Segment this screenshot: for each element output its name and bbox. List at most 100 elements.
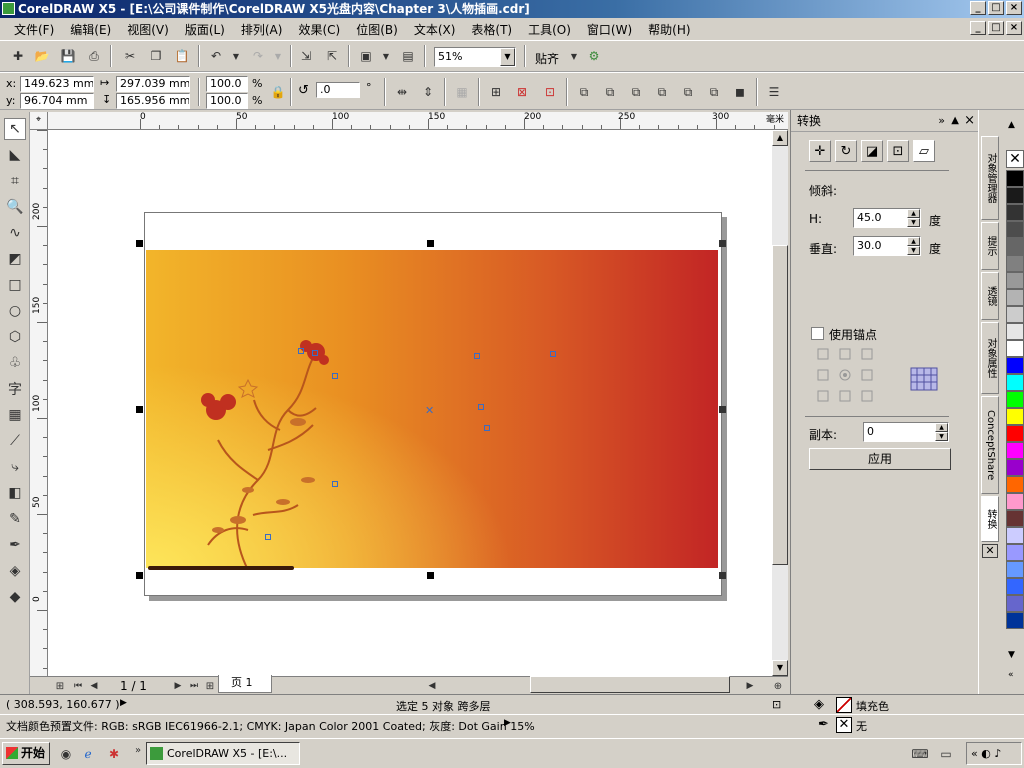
tray-expand-icon[interactable]: « — [971, 747, 978, 760]
selection-handle[interactable] — [719, 572, 726, 579]
prev-page-icon[interactable]: ◀ — [84, 676, 104, 696]
menu-window[interactable]: 窗口(W) — [579, 21, 640, 38]
network-icon[interactable]: ◐ — [981, 747, 991, 760]
quicklaunch-expand-icon[interactable]: » — [128, 740, 148, 760]
text-tool-icon[interactable]: 字 — [4, 378, 26, 400]
welcome-screen-icon[interactable]: ▤ — [398, 46, 418, 66]
fill-tool-icon[interactable]: ◈ — [4, 560, 26, 582]
freehand-tool-icon[interactable]: ∿ — [4, 222, 26, 244]
color-swatch[interactable] — [1006, 510, 1024, 527]
browser-icon[interactable]: ℯ — [78, 744, 98, 764]
tab-hints[interactable]: 提示 — [981, 222, 999, 270]
object-node[interactable] — [312, 350, 318, 356]
color-swatch[interactable] — [1006, 408, 1024, 425]
crop-tool-icon[interactable]: ⌗ — [4, 170, 26, 192]
color-swatch[interactable] — [1006, 340, 1024, 357]
new-document-icon[interactable]: ✚ — [8, 46, 28, 66]
color-swatch[interactable] — [1006, 272, 1024, 289]
no-color-swatch[interactable]: ✕ — [1006, 150, 1024, 168]
position-icon[interactable]: ✛ — [809, 140, 831, 162]
height-field[interactable]: 165.956 mm — [116, 93, 190, 109]
doc-restore-button[interactable]: □ — [988, 21, 1004, 35]
color-swatch[interactable] — [1006, 612, 1024, 629]
vertical-skew-field[interactable]: 30.0 ▲ ▼ — [853, 236, 921, 256]
color-swatch[interactable] — [1006, 459, 1024, 476]
save-icon[interactable]: 💾 — [58, 46, 78, 66]
start-button[interactable]: 开始 — [2, 742, 50, 765]
menu-bitmaps[interactable]: 位图(B) — [348, 21, 406, 38]
width-field[interactable]: 297.039 mm — [116, 76, 190, 92]
front-minus-back-icon[interactable]: ⧉ — [678, 82, 698, 102]
basic-shapes-tool-icon[interactable]: ♧ — [4, 352, 26, 374]
color-swatch[interactable] — [1006, 187, 1024, 204]
color-swatch[interactable] — [1006, 425, 1024, 442]
trim-icon[interactable]: ⧉ — [600, 82, 620, 102]
object-node[interactable] — [265, 534, 271, 540]
export-icon[interactable]: ⇱ — [322, 46, 342, 66]
redo-icon[interactable]: ↷ — [248, 46, 268, 66]
selection-handle[interactable] — [136, 572, 143, 579]
connector-tool-icon[interactable]: ⤷ — [4, 456, 26, 478]
object-node[interactable] — [332, 373, 338, 379]
text-wrap-icon[interactable]: ▦ — [452, 82, 472, 102]
scroll-right-icon[interactable]: ▶ — [740, 676, 760, 696]
dimension-tool-icon[interactable]: ⟋ — [4, 430, 26, 452]
palette-scroll-up-icon[interactable]: ▲ — [1008, 120, 1015, 130]
weld-icon[interactable]: ⧉ — [574, 82, 594, 102]
tab-object-properties[interactable]: 对象属性 — [981, 322, 999, 394]
selection-handle[interactable] — [719, 240, 726, 247]
anchor-grid[interactable] — [817, 348, 881, 406]
mirror-vertical-icon[interactable]: ⇕ — [418, 82, 438, 102]
menu-help[interactable]: 帮助(H) — [640, 21, 698, 38]
ruler-origin[interactable]: ⌖ — [30, 112, 48, 130]
undo-dropdown-icon[interactable]: ▼ — [226, 46, 246, 66]
menu-edit[interactable]: 编辑(E) — [62, 21, 119, 38]
blend-tool-icon[interactable]: ◧ — [4, 482, 26, 504]
y-position-field[interactable]: 96.704 mm — [20, 93, 94, 109]
object-node[interactable] — [298, 348, 304, 354]
selection-handle[interactable] — [136, 406, 143, 413]
doc-close-button[interactable]: × — [1006, 21, 1022, 35]
object-node[interactable] — [332, 481, 338, 487]
object-node[interactable] — [478, 404, 484, 410]
collapse-up-icon[interactable]: ▲ — [951, 110, 959, 132]
color-swatch[interactable] — [1006, 544, 1024, 561]
selection-handle[interactable] — [427, 572, 434, 579]
rotate-icon[interactable]: ↻ — [835, 140, 857, 162]
color-swatch[interactable] — [1006, 170, 1024, 187]
snap-dropdown-icon[interactable]: ▼ — [564, 46, 584, 66]
palette-expand-icon[interactable]: « — [1008, 670, 1014, 680]
ungroup-all-icon[interactable]: ⊡ — [540, 82, 560, 102]
cut-icon[interactable]: ✂ — [120, 46, 140, 66]
create-boundary-icon[interactable]: ◼ — [730, 82, 750, 102]
spin-up-icon[interactable]: ▲ — [907, 209, 920, 218]
ground-line[interactable] — [148, 566, 294, 570]
color-swatch[interactable] — [1006, 527, 1024, 544]
menu-table[interactable]: 表格(T) — [463, 21, 520, 38]
scroll-left-icon[interactable]: ◀ — [422, 676, 442, 696]
table-tool-icon[interactable]: ▦ — [4, 404, 26, 426]
vertical-ruler[interactable]: 200 150 100 50 0 — [30, 130, 48, 676]
tab-lens[interactable]: 透镜 — [981, 272, 999, 320]
align-distribute-icon[interactable]: ☰ — [764, 82, 784, 102]
rotation-angle-field[interactable]: .0 — [316, 82, 360, 98]
polygon-tool-icon[interactable]: ⬡ — [4, 326, 26, 348]
menu-file[interactable]: 文件(F) — [6, 21, 62, 38]
outline-swatch[interactable]: ✕ — [836, 717, 852, 733]
color-swatch[interactable] — [1006, 238, 1024, 255]
snap-to-label[interactable]: 贴齐 — [535, 50, 559, 67]
color-swatch[interactable] — [1006, 391, 1024, 408]
chevron-down-icon[interactable]: ▼ — [500, 48, 515, 66]
intersect-icon[interactable]: ⧉ — [626, 82, 646, 102]
simplify-icon[interactable]: ⧉ — [652, 82, 672, 102]
ungroup-icon[interactable]: ⊠ — [512, 82, 532, 102]
menu-tools[interactable]: 工具(O) — [520, 21, 579, 38]
add-page-before-icon[interactable]: ⊞ — [50, 676, 70, 696]
center-marker-icon[interactable]: ✕ — [425, 404, 434, 417]
color-swatch[interactable] — [1006, 204, 1024, 221]
size-icon[interactable]: ⊡ — [887, 140, 909, 162]
outline-pen-tool-icon[interactable]: ✒ — [4, 534, 26, 556]
open-folder-icon[interactable]: 📂 — [32, 46, 52, 66]
status-arrow-icon[interactable]: ▶ — [120, 698, 127, 708]
color-swatch[interactable] — [1006, 323, 1024, 340]
